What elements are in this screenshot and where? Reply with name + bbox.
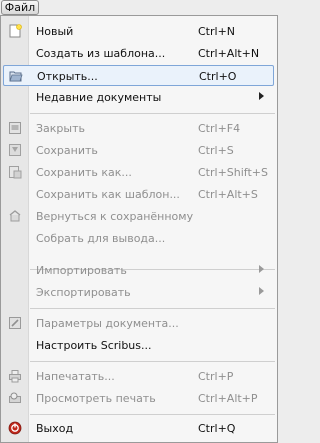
menu-item-label: Выход [36, 422, 74, 435]
save-as-icon [9, 166, 22, 179]
print-icon [9, 370, 21, 383]
new-document-icon [9, 24, 22, 38]
print-preview-icon [9, 392, 21, 403]
menu-item-shortcut: Ctrl+F4 [198, 122, 241, 135]
menu-item-preferences[interactable]: Настроить Scribus... [3, 335, 274, 356]
document-settings-icon [9, 317, 21, 329]
menu-item-shortcut: Ctrl+O [199, 70, 237, 83]
close-doc-icon [9, 122, 21, 134]
menu-item-export[interactable]: Экспортировать [3, 282, 274, 303]
revert-icon [9, 210, 21, 222]
menu-item-save[interactable]: Сохранить Ctrl+S [3, 140, 274, 161]
menu-separator [30, 414, 275, 415]
menu-item-save-as-template[interactable]: Сохранить как шаблон... Ctrl+Alt+S [3, 184, 274, 205]
menu-item-label: Настроить Scribus... [36, 339, 152, 352]
menu-separator [30, 113, 275, 114]
menu-item-label: Сохранить [36, 144, 98, 157]
menu-item-close[interactable]: Закрыть Ctrl+F4 [3, 118, 274, 139]
menu-item-open[interactable]: Открыть... Ctrl+O [3, 65, 274, 86]
menu-item-label: Параметры документа... [36, 317, 179, 330]
menu-item-label: Сохранить как шаблон... [36, 188, 180, 201]
menu-separator [30, 361, 275, 362]
menu-item-label: Сохранить как... [36, 166, 132, 179]
menu-item-save-as[interactable]: Сохранить как... Ctrl+Shift+S [3, 162, 274, 183]
menu-item-label: Собрать для вывода... [36, 232, 166, 245]
menu-item-print[interactable]: Напечатать... Ctrl+P [3, 366, 274, 387]
menu-item-label: Открыть... [37, 70, 98, 83]
menu-item-shortcut: Ctrl+Alt+P [198, 392, 258, 405]
menu-item-shortcut: Ctrl+Alt+S [198, 188, 258, 201]
submenu-arrow-icon [259, 265, 264, 273]
menu-item-shortcut: Ctrl+P [198, 370, 234, 383]
menu-item-exit[interactable]: Выход Ctrl+Q [3, 418, 274, 439]
menu-item-label: Вернуться к сохранённому [36, 210, 194, 223]
menu-item-shortcut: Ctrl+Alt+N [198, 47, 260, 60]
file-menu-button[interactable]: Файл [1, 0, 39, 15]
menu-item-collect-for-output[interactable]: Собрать для вывода... [3, 228, 274, 249]
menu-item-shortcut: Ctrl+N [198, 25, 236, 38]
menu-item-recent-documents[interactable]: Недавние документы [3, 87, 274, 108]
menu-item-label: Создать из шаблона... [36, 47, 166, 60]
exit-icon [8, 421, 22, 435]
submenu-arrow-icon [259, 92, 264, 100]
menu-item-label: Экспортировать [36, 286, 131, 299]
menubar: Файл [0, 0, 278, 16]
menu-item-print-preview[interactable]: Просмотреть печать Ctrl+Alt+P [3, 388, 274, 409]
menu-item-label: Недавние документы [36, 91, 162, 104]
menu-item-shortcut: Ctrl+Shift+S [198, 166, 268, 179]
menu-item-label: Просмотреть печать [36, 392, 156, 405]
menu-item-label: Новый [36, 25, 74, 38]
folder-open-icon [9, 71, 23, 82]
file-menu: Новый Ctrl+N Создать из шаблона... Ctrl+… [0, 15, 278, 443]
menu-item-document-settings[interactable]: Параметры документа... [3, 313, 274, 334]
menu-item-import[interactable]: Импортировать [3, 260, 274, 281]
save-icon [9, 144, 21, 156]
menu-item-shortcut: Ctrl+S [198, 144, 234, 157]
menu-item-new-from-template[interactable]: Создать из шаблона... Ctrl+Alt+N [3, 43, 274, 64]
menu-item-label: Закрыть [36, 122, 85, 135]
submenu-arrow-icon [259, 287, 264, 295]
menu-item-revert[interactable]: Вернуться к сохранённому [3, 206, 274, 227]
menu-item-label: Импортировать [36, 264, 127, 277]
menu-separator [30, 308, 275, 309]
menu-item-new[interactable]: Новый Ctrl+N [3, 21, 274, 42]
menu-item-label: Напечатать... [36, 370, 115, 383]
menu-item-shortcut: Ctrl+Q [198, 422, 236, 435]
